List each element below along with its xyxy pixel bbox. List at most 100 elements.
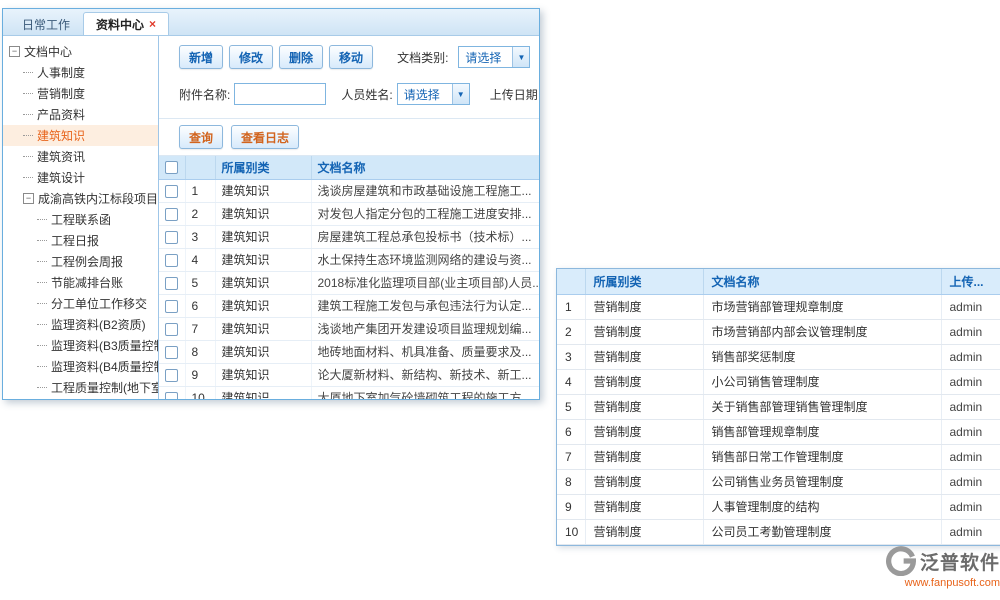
tree-item[interactable]: 人事制度 xyxy=(3,62,158,83)
row-number: 3 xyxy=(185,225,215,248)
brand-url: www.fanpusoft.com xyxy=(858,577,1000,589)
tree-item[interactable]: 监理资料(B4质量控制) xyxy=(3,356,158,377)
row-checkbox[interactable] xyxy=(165,346,178,359)
row-doc-name[interactable]: 市场营销部管理规章制度 xyxy=(703,294,941,319)
tree-item[interactable]: 监理资料(B3质量控制) xyxy=(3,335,158,356)
table-row[interactable]: 3营销制度销售部奖惩制度admin xyxy=(557,344,1000,369)
add-button[interactable]: 新增 xyxy=(179,45,223,69)
table-row[interactable]: 3建筑知识房屋建筑工程总承包投标书（技术标）... xyxy=(159,225,539,248)
table-row[interactable]: 5建筑知识2018标准化监理项目部(业主项目部)人员... xyxy=(159,271,539,294)
row-number: 1 xyxy=(557,294,585,319)
row-checkbox[interactable] xyxy=(165,369,178,382)
row-doc-name[interactable]: 市场营销部内部会议管理制度 xyxy=(703,319,941,344)
tab-data-center[interactable]: 资料中心 × xyxy=(83,12,169,35)
tree-connector xyxy=(23,93,33,94)
tree-item[interactable]: 工程日报 xyxy=(3,230,158,251)
row-doc-name[interactable]: 小公司销售管理制度 xyxy=(703,369,941,394)
table-row[interactable]: 8营销制度公司销售业务员管理制度admin xyxy=(557,469,1000,494)
table-row[interactable]: 5营销制度关于销售部管理销售管理制度admin xyxy=(557,394,1000,419)
document-table: 所属别类 文档名称 1建筑知识浅谈房屋建筑和市政基础设施工程施工...2建筑知识… xyxy=(159,156,539,400)
row-category: 营销制度 xyxy=(585,444,703,469)
doc-category-select[interactable]: 请选择 ▼ xyxy=(458,46,530,68)
tree-item[interactable]: −文档中心 xyxy=(3,41,158,62)
collapse-icon[interactable]: − xyxy=(23,193,34,204)
tree-item[interactable]: −成渝高铁内江标段项目 xyxy=(3,188,158,209)
sidebar-tree: −文档中心人事制度营销制度产品资料建筑知识建筑资讯建筑设计−成渝高铁内江标段项目… xyxy=(3,36,159,400)
row-checkbox[interactable] xyxy=(165,323,178,336)
table-row[interactable]: 10建筑知识大厦地下室加气砼墙砌筑工程的施工方... xyxy=(159,386,539,400)
doc-name-column-header: 文档名称 xyxy=(703,269,941,294)
row-checkbox[interactable] xyxy=(165,300,178,313)
row-doc-name[interactable]: 论大厦新材料、新结构、新技术、新工... xyxy=(311,363,539,386)
row-doc-name[interactable]: 公司员工考勤管理制度 xyxy=(703,519,941,544)
select-all-checkbox[interactable] xyxy=(165,161,178,174)
tree-item[interactable]: 建筑知识 xyxy=(3,125,158,146)
row-checkbox[interactable] xyxy=(165,277,178,290)
row-uploader: admin xyxy=(941,319,1000,344)
row-doc-name[interactable]: 销售部奖惩制度 xyxy=(703,344,941,369)
move-button[interactable]: 移动 xyxy=(329,45,373,69)
row-doc-name[interactable]: 公司销售业务员管理制度 xyxy=(703,469,941,494)
table-row[interactable]: 6建筑知识建筑工程施工发包与承包违法行为认定... xyxy=(159,294,539,317)
tree-item[interactable]: 工程联系函 xyxy=(3,209,158,230)
tree-connector xyxy=(37,261,47,262)
row-number: 1 xyxy=(185,179,215,202)
doc-name-column-header: 文档名称 xyxy=(311,156,539,179)
row-category: 建筑知识 xyxy=(215,271,311,294)
row-number: 2 xyxy=(557,319,585,344)
tree-item[interactable]: 工程质量控制(地下室) xyxy=(3,377,158,398)
modify-button[interactable]: 修改 xyxy=(229,45,273,69)
table-row[interactable]: 2营销制度市场营销部内部会议管理制度admin xyxy=(557,319,1000,344)
table-row[interactable]: 2建筑知识对发包人指定分包的工程施工进度安排... xyxy=(159,202,539,225)
tree-item[interactable]: 分工单位工作移交 xyxy=(3,293,158,314)
view-log-button[interactable]: 查看日志 xyxy=(231,125,299,149)
table-row[interactable]: 4营销制度小公司销售管理制度admin xyxy=(557,369,1000,394)
row-doc-name[interactable]: 地砖地面材料、机具准备、质量要求及... xyxy=(311,340,539,363)
tree-item[interactable]: 产品资料 xyxy=(3,104,158,125)
row-doc-name[interactable]: 人事管理制度的结构 xyxy=(703,494,941,519)
row-checkbox[interactable] xyxy=(165,208,178,221)
row-number: 7 xyxy=(185,317,215,340)
toolbar-filters: 附件名称: 人员姓名: 请选择 ▼ 上传日期 xyxy=(179,83,539,105)
table-row[interactable]: 9建筑知识论大厦新材料、新结构、新技术、新工... xyxy=(159,363,539,386)
table-row[interactable]: 4建筑知识水土保持生态环境监测网络的建设与资... xyxy=(159,248,539,271)
tab-daily-work[interactable]: 日常工作 xyxy=(9,12,83,35)
row-doc-name[interactable]: 2018标准化监理项目部(业主项目部)人员... xyxy=(311,271,539,294)
row-doc-name[interactable]: 建筑工程施工发包与承包违法行为认定... xyxy=(311,294,539,317)
tree-item[interactable]: 建筑设计 xyxy=(3,167,158,188)
row-checkbox[interactable] xyxy=(165,392,178,400)
row-doc-name[interactable]: 大厦地下室加气砼墙砌筑工程的施工方... xyxy=(311,386,539,400)
query-button[interactable]: 查询 xyxy=(179,125,223,149)
collapse-icon[interactable]: − xyxy=(9,46,20,57)
delete-button[interactable]: 删除 xyxy=(279,45,323,69)
row-checkbox[interactable] xyxy=(165,231,178,244)
row-doc-name[interactable]: 销售部日常工作管理制度 xyxy=(703,444,941,469)
row-doc-name[interactable]: 关于销售部管理销售管理制度 xyxy=(703,394,941,419)
table-row[interactable]: 10营销制度公司员工考勤管理制度admin xyxy=(557,519,1000,544)
row-checkbox[interactable] xyxy=(165,185,178,198)
upload-date-label: 上传日期 xyxy=(490,86,538,103)
table-row[interactable]: 6营销制度销售部管理规章制度admin xyxy=(557,419,1000,444)
attachment-name-input[interactable] xyxy=(234,83,326,105)
row-doc-name[interactable]: 浅谈地产集团开发建设项目监理规划编... xyxy=(311,317,539,340)
row-doc-name[interactable]: 对发包人指定分包的工程施工进度安排... xyxy=(311,202,539,225)
tree-item[interactable]: 节能减排台账 xyxy=(3,272,158,293)
tree-item[interactable]: 建筑资讯 xyxy=(3,146,158,167)
table-row[interactable]: 1建筑知识浅谈房屋建筑和市政基础设施工程施工... xyxy=(159,179,539,202)
table-row[interactable]: 7建筑知识浅谈地产集团开发建设项目监理规划编... xyxy=(159,317,539,340)
doc-category-value: 请选择 xyxy=(459,49,501,66)
row-checkbox[interactable] xyxy=(165,254,178,267)
tree-item[interactable]: 营销制度 xyxy=(3,83,158,104)
table-row[interactable]: 9营销制度人事管理制度的结构admin xyxy=(557,494,1000,519)
person-name-select[interactable]: 请选择 ▼ xyxy=(397,83,470,105)
tree-item[interactable]: 监理资料(B2资质) xyxy=(3,314,158,335)
table-row[interactable]: 1营销制度市场营销部管理规章制度admin xyxy=(557,294,1000,319)
row-doc-name[interactable]: 房屋建筑工程总承包投标书（技术标）... xyxy=(311,225,539,248)
tab-close-icon[interactable]: × xyxy=(149,18,156,30)
row-doc-name[interactable]: 浅谈房屋建筑和市政基础设施工程施工... xyxy=(311,179,539,202)
row-doc-name[interactable]: 水土保持生态环境监测网络的建设与资... xyxy=(311,248,539,271)
table-row[interactable]: 7营销制度销售部日常工作管理制度admin xyxy=(557,444,1000,469)
table-row[interactable]: 8建筑知识地砖地面材料、机具准备、质量要求及... xyxy=(159,340,539,363)
tree-item[interactable]: 工程例会周报 xyxy=(3,251,158,272)
row-doc-name[interactable]: 销售部管理规章制度 xyxy=(703,419,941,444)
